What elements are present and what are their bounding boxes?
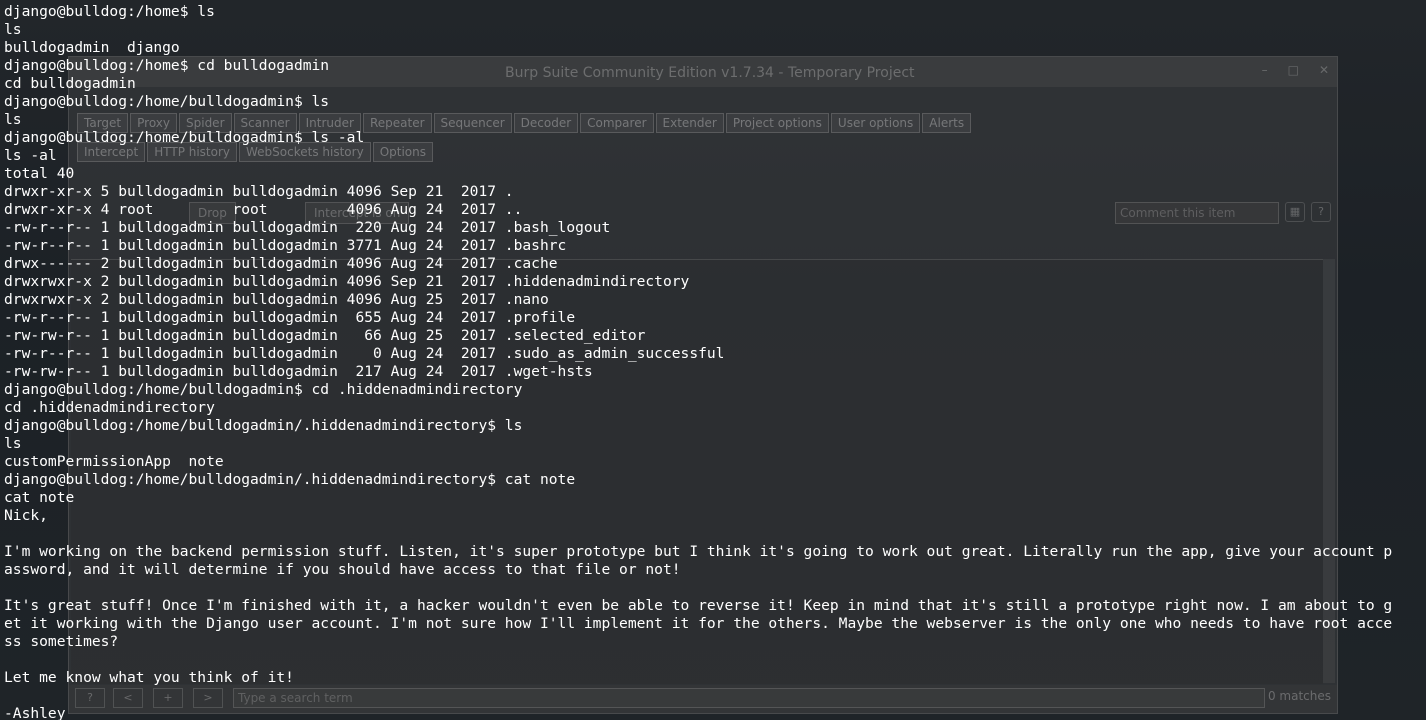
- terminal-line: drwxr-xr-x 4 root root 4096 Aug 24 2017 …: [4, 201, 523, 218]
- terminal-line: django@bulldog:/home/bulldogadmin$ ls: [4, 93, 330, 110]
- terminal-output[interactable]: django@bulldog:/home$ ls ls bulldogadmin d…: [4, 3, 1426, 720]
- terminal-line: assword, and it will determine if you sh…: [4, 561, 681, 578]
- terminal-line: django@bulldog:/home$ cd bulldogadmin: [4, 57, 330, 74]
- terminal-line: django@bulldog:/home/bulldogadmin/.hidde…: [4, 417, 523, 434]
- terminal-line: drwxrwxr-x 2 bulldogadmin bulldogadmin 4…: [4, 291, 549, 308]
- terminal-line: Nick,: [4, 507, 48, 524]
- terminal-line: ss sometimes?: [4, 633, 119, 650]
- terminal-line: cat note: [4, 489, 75, 506]
- terminal-line: et it working with the Django user accou…: [4, 615, 1393, 632]
- terminal-line: drwxrwxr-x 2 bulldogadmin bulldogadmin 4…: [4, 273, 690, 290]
- terminal-line: -rw-r--r-- 1 bulldogadmin bulldogadmin 3…: [4, 237, 567, 254]
- terminal-line: drwxr-xr-x 5 bulldogadmin bulldogadmin 4…: [4, 183, 514, 200]
- terminal-line: bulldogadmin django: [4, 39, 180, 56]
- terminal-line: ls -al: [4, 147, 57, 164]
- terminal-line: -rw-r--r-- 1 bulldogadmin bulldogadmin 0…: [4, 345, 725, 362]
- desktop-screen: Burp Suite Community Edition v1.7.34 - T…: [0, 0, 1426, 720]
- terminal-line: customPermissionApp note: [4, 453, 224, 470]
- terminal-line: ls: [4, 435, 22, 452]
- terminal-line: -rw-rw-r-- 1 bulldogadmin bulldogadmin 6…: [4, 327, 646, 344]
- terminal-line: django@bulldog:/home/bulldogadmin/.hidde…: [4, 471, 576, 488]
- terminal-line: -Ashley: [4, 705, 66, 720]
- terminal-line: cd .hiddenadmindirectory: [4, 399, 215, 416]
- terminal-line: I'm working on the backend permission st…: [4, 543, 1393, 560]
- terminal-line: django@bulldog:/home$ ls: [4, 3, 215, 20]
- terminal-line: cd bulldogadmin: [4, 75, 136, 92]
- terminal-line: -rw-rw-r-- 1 bulldogadmin bulldogadmin 2…: [4, 363, 593, 380]
- terminal-line: ls: [4, 21, 22, 38]
- terminal-line: django@bulldog:/home/bulldogadmin$ cd .h…: [4, 381, 523, 398]
- terminal-line: Let me know what you think of it!: [4, 669, 294, 686]
- terminal-line: drwx------ 2 bulldogadmin bulldogadmin 4…: [4, 255, 558, 272]
- terminal-line: -rw-r--r-- 1 bulldogadmin bulldogadmin 6…: [4, 309, 576, 326]
- terminal-line: It's great stuff! Once I'm finished with…: [4, 597, 1393, 614]
- terminal-line: total 40: [4, 165, 75, 182]
- terminal-line: -rw-r--r-- 1 bulldogadmin bulldogadmin 2…: [4, 219, 611, 236]
- terminal-line: django@bulldog:/home/bulldogadmin$ ls -a…: [4, 129, 365, 146]
- terminal-line: ls: [4, 111, 22, 128]
